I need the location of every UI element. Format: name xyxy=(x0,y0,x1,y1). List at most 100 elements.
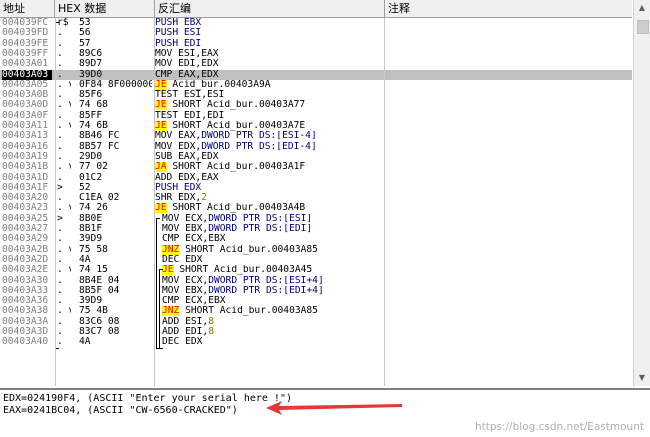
comment-cell[interactable] xyxy=(386,80,632,90)
comment-cell[interactable] xyxy=(386,111,632,121)
instruction-token: MOV EDI,EDX xyxy=(155,59,219,70)
comment-cell[interactable] xyxy=(386,286,632,296)
comment-cell[interactable] xyxy=(386,234,632,244)
scroll-up-arrow-icon[interactable]: ▲ xyxy=(634,0,650,16)
scroll-down-arrow-icon[interactable]: ▼ xyxy=(634,370,650,386)
jump-marker: . xyxy=(57,90,63,101)
comment-cell[interactable] xyxy=(386,255,632,265)
jump-marker: . v xyxy=(57,121,71,131)
table-row[interactable]: 00403A36. 39D9 CMP ECX,EBX xyxy=(0,296,632,306)
table-row[interactable]: 00403A38 . v 75 4B JNZ SHORT Acid_bur.00403… xyxy=(0,306,632,317)
comment-cell[interactable] xyxy=(386,173,632,183)
table-row[interactable]: 00403A23 . v 74 26 JE SHORT Acid_bur.00403A… xyxy=(0,203,632,214)
jump-marker: . xyxy=(57,285,63,296)
table-row[interactable]: 00403A19. 29D0 SUB EAX,EDX xyxy=(0,152,632,162)
disassembly-cell: MOV EDX,DWORD PTR DS:[EDI-4] xyxy=(155,142,383,152)
table-row[interactable]: 00403A2D. 4A DEC EDX xyxy=(0,255,632,265)
disassembly-listing[interactable]: 004039FC r$ 53 PUSH EBX 004039FD. 56 PUSH ESI 0… xyxy=(0,18,632,386)
hex-cell: 01C2 xyxy=(79,172,103,183)
table-row[interactable]: 00403A27. 8B1F MOV EBX,DWORD PTR DS:[EDI] xyxy=(0,224,632,234)
table-row-selected[interactable]: 00403A03. 39D0 CMP EAX,EDX xyxy=(0,69,632,80)
comment-cell[interactable] xyxy=(386,317,632,327)
table-row[interactable]: 00403A29. 39D9 CMP ECX,EBX xyxy=(0,234,632,244)
comment-cell[interactable] xyxy=(386,327,632,337)
comment-cell[interactable] xyxy=(386,203,632,213)
comment-cell[interactable] xyxy=(386,214,632,224)
instruction-token: MOV ESI,EAX xyxy=(155,48,219,59)
table-row[interactable]: 00403A2E . v 74 15 JE SHORT Acid_bur.00403A… xyxy=(0,265,632,276)
address-cell: 00403A25 xyxy=(2,213,49,224)
comment-cell[interactable] xyxy=(386,100,632,110)
comment-cell[interactable] xyxy=(386,337,632,347)
address-cell: 00403A0B xyxy=(2,90,49,101)
table-row[interactable]: 00403A3D. 83C7 08 ADD EDI,8 xyxy=(0,327,632,337)
table-row[interactable]: 00403A25 >8B0E MOV ECX,DWORD PTR DS:[ESI] xyxy=(0,214,632,224)
header-hex-data[interactable]: HEX 数据 xyxy=(55,0,155,17)
disassembly-cell: PUSH ESI xyxy=(155,28,383,38)
table-row[interactable]: 00403A0B. 85F6 TEST ESI,ESI xyxy=(0,90,632,100)
comment-cell[interactable] xyxy=(386,131,632,141)
header-address[interactable]: 地址 xyxy=(0,0,55,17)
disassembly-cell: CMP EAX,EDX xyxy=(155,70,383,80)
table-row[interactable]: 00403A1B . v 77 02 JA SHORT Acid_bur.00403A… xyxy=(0,162,632,173)
jump-marker: . xyxy=(57,69,63,80)
comment-cell[interactable] xyxy=(386,306,632,316)
comment-cell[interactable] xyxy=(386,121,632,131)
table-row[interactable]: 00403A1F >52 PUSH EDX xyxy=(0,183,632,193)
disassembly-cell: TEST EDI,EDI xyxy=(155,111,383,121)
comment-cell[interactable] xyxy=(386,90,632,100)
table-row[interactable]: 00403A40. 4A DEC EDX xyxy=(0,337,632,347)
table-row[interactable]: 00403A30. 8B4E 04 MOV ECX,DWORD PTR DS:[ES… xyxy=(0,276,632,286)
comment-cell[interactable] xyxy=(386,39,632,49)
scroll-thumb[interactable] xyxy=(637,20,649,34)
comment-cell[interactable] xyxy=(386,296,632,306)
instruction-token: DWORD PTR DS:[ESI-4] xyxy=(201,131,317,142)
comment-cell[interactable] xyxy=(386,245,632,255)
comment-cell[interactable] xyxy=(386,18,632,28)
table-row[interactable]: 00403A0D . v 74 68 JE SHORT Acid_bur.00403A… xyxy=(0,100,632,111)
comment-cell[interactable] xyxy=(386,70,632,80)
jump-marker: . xyxy=(57,131,63,142)
comment-cell[interactable] xyxy=(386,142,632,152)
header-disassembly[interactable]: 反汇编 xyxy=(155,0,385,17)
hex-cell: 85F6 xyxy=(79,90,103,101)
header-hex: HEX xyxy=(58,2,81,15)
disassembly-cell: MOV EBX,DWORD PTR DS:[EDI] xyxy=(155,224,390,234)
disassembly-cell: MOV ESI,EAX xyxy=(155,49,383,59)
table-row[interactable]: 00403A1D. 01C2 ADD EDX,EAX xyxy=(0,173,632,183)
table-row[interactable]: 004039FD. 56 PUSH ESI xyxy=(0,28,632,38)
header-comment[interactable]: 注释 xyxy=(385,0,632,17)
table-row[interactable]: 00403A05 . v 0F84 8F000000JE Acid_bur.0040… xyxy=(0,79,632,90)
disassembly-cell: ADD EDI,8 xyxy=(155,327,390,337)
table-row[interactable]: 00403A3A. 83C6 08 ADD ESI,8 xyxy=(0,317,632,327)
table-row[interactable]: 00403A33. 8B5F 04 MOV EBX,DWORD PTR DS:[ED… xyxy=(0,286,632,296)
comment-cell[interactable] xyxy=(386,183,632,193)
comment-cell[interactable] xyxy=(386,49,632,59)
vertical-scrollbar[interactable]: ▲ ▼ xyxy=(633,0,650,386)
comment-cell[interactable] xyxy=(386,265,632,275)
table-row[interactable]: 00403A20. C1EA 02 SHR EDX,2 xyxy=(0,193,632,203)
table-row[interactable]: 00403A16. 8B57 FC MOV EDX,DWORD PTR DS:[ED… xyxy=(0,142,632,152)
table-row[interactable]: 004039FE. 57 PUSH EDI xyxy=(0,39,632,49)
comment-cell[interactable] xyxy=(386,276,632,286)
disassembly-cell: PUSH EBX xyxy=(155,18,383,28)
comment-cell[interactable] xyxy=(386,152,632,162)
table-row[interactable]: 004039FC r$ 53 PUSH EBX xyxy=(0,18,632,28)
table-row[interactable]: 00403A01. 89D7 MOV EDI,EDX xyxy=(0,59,632,69)
comment-cell[interactable] xyxy=(386,59,632,69)
instruction-token: DEC EDX xyxy=(162,337,203,348)
table-row[interactable]: 00403A0F. 85FF TEST EDI,EDI xyxy=(0,111,632,121)
table-row[interactable]: 00403A2B . v 75 58 JNZ SHORT Acid_bur.00403… xyxy=(0,244,632,255)
table-row[interactable]: 00403A13. 8B46 FC MOV EAX,DWORD PTR DS:[ES… xyxy=(0,131,632,141)
hex-cell: 75 58 xyxy=(79,244,108,255)
hex-cell: 74 6B xyxy=(79,121,108,131)
comment-cell[interactable] xyxy=(386,224,632,234)
hex-cell: 29D0 xyxy=(79,151,103,162)
jump-marker: > xyxy=(57,213,63,224)
comment-cell[interactable] xyxy=(386,162,632,172)
table-row[interactable]: 00403A11 . v 74 6B JE SHORT Acid_bur.00403A… xyxy=(0,121,632,131)
comment-cell[interactable] xyxy=(386,193,632,203)
hex-cell: 89C6 xyxy=(79,48,103,59)
comment-cell[interactable] xyxy=(386,28,632,38)
table-row[interactable]: 004039FF. 89C6 MOV ESI,EAX xyxy=(0,49,632,59)
